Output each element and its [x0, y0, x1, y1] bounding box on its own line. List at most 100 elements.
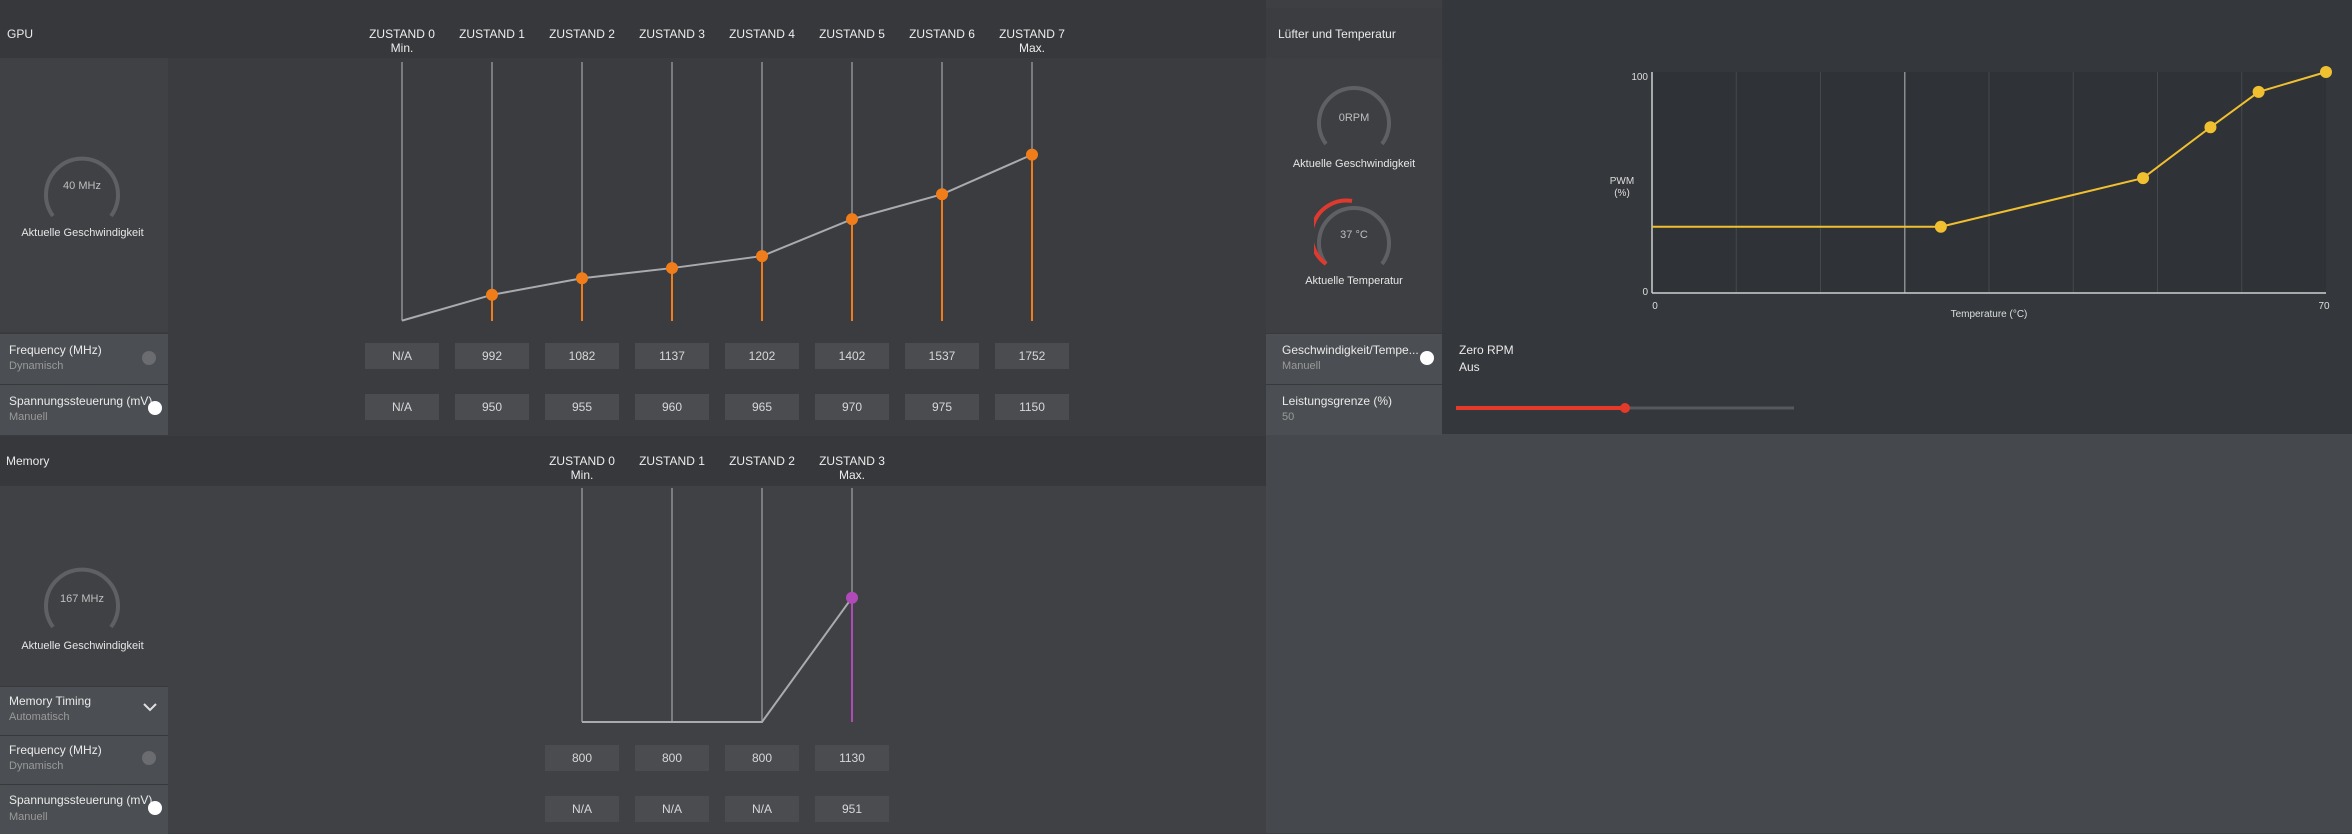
memory-state-header[interactable]: ZUSTAND 1 — [627, 454, 717, 468]
fan-panel-bottom — [1266, 434, 2352, 833]
memory-voltage-mode: Manuell — [9, 811, 48, 823]
gpu-point — [666, 262, 678, 275]
gpu-voltage-mode: Manuell — [9, 411, 48, 423]
memory-voltage-value[interactable]: N/A — [725, 796, 799, 822]
gpu-point — [756, 250, 768, 263]
gpu-frequency-value[interactable]: 992 — [455, 343, 529, 369]
fan-control-row[interactable] — [1266, 333, 1442, 384]
gpu-voltage-value[interactable]: 975 — [905, 394, 979, 420]
gpu-voltage-value[interactable]: N/A — [365, 394, 439, 420]
memory-frequency-label: Frequency (MHz) — [9, 743, 102, 757]
gpu-state-header[interactable]: ZUSTAND 1 — [447, 27, 537, 41]
temperature-label: Aktuelle Temperatur — [1305, 275, 1403, 287]
power-limit-row[interactable] — [1266, 384, 1442, 435]
fan-x-tick: 70 — [2318, 301, 2330, 312]
memory-frequency-mode: Dynamisch — [9, 760, 64, 772]
fan-speed-value: 0RPM — [1338, 112, 1370, 124]
gpu-gauge-label: Aktuelle Geschwindigkeit — [21, 227, 144, 239]
gpu-title: GPU — [7, 27, 34, 41]
gpu-state-header[interactable]: ZUSTAND 3 — [627, 27, 717, 41]
gpu-point — [936, 188, 948, 201]
gpu-state-header[interactable]: ZUSTAND 0 Min. — [357, 27, 447, 55]
gpu-gauge-value: 40 MHz — [63, 180, 101, 192]
memory-timing-mode: Automatisch — [9, 711, 70, 723]
fan-title: Lüfter und Temperatur — [1278, 27, 1396, 41]
fan-y-label: (%) — [1614, 188, 1630, 199]
gpu-voltage-value[interactable]: 970 — [815, 394, 889, 420]
power-limit-label: Leistungsgrenze (%) — [1282, 394, 1393, 408]
gpu-voltage-value[interactable]: 955 — [545, 394, 619, 420]
fan-control-mode: Manuell — [1282, 360, 1321, 372]
gpu-state-header[interactable]: ZUSTAND 7 Max. — [987, 27, 1077, 55]
gpu-frequency-value[interactable]: 1082 — [545, 343, 619, 369]
gpu-state-header[interactable]: ZUSTAND 5 — [807, 27, 897, 41]
fan-speed-label: Aktuelle Geschwindigkeit — [1292, 158, 1416, 170]
fan-control-toggle[interactable] — [1420, 351, 1434, 365]
fan-curve-point — [2252, 85, 2265, 98]
gpu-frequency-label: Frequency (MHz) — [9, 343, 102, 357]
memory-frequency-value[interactable]: 800 — [725, 745, 799, 771]
power-limit-slider[interactable] — [1450, 398, 1810, 418]
fan-x-label: Temperature (°C) — [1951, 309, 2028, 320]
gpu-voltage-toggle[interactable] — [148, 401, 162, 415]
gpu-voltage-value[interactable]: 960 — [635, 394, 709, 420]
gpu-voltage-value[interactable]: 1150 — [995, 394, 1069, 420]
gpu-frequency-value[interactable]: 1137 — [635, 343, 709, 369]
memory-frequency-value[interactable]: 1130 — [815, 745, 889, 771]
memory-voltage-value[interactable]: N/A — [635, 796, 709, 822]
zero-rpm-label: Zero RPM — [1459, 343, 1514, 357]
memory-series-line — [582, 597, 853, 723]
gpu-frequency-mode: Dynamisch — [9, 360, 64, 372]
memory-state-header[interactable]: ZUSTAND 2 — [717, 454, 807, 468]
chevron-down-icon[interactable] — [142, 701, 158, 713]
memory-point — [846, 591, 858, 604]
gpu-point — [576, 272, 588, 285]
memory-frequency-value[interactable]: 800 — [635, 745, 709, 771]
memory-voltage-label: Spannungssteuerung (mV) — [9, 793, 153, 807]
fan-curve-point — [2204, 121, 2217, 134]
memory-voltage-row[interactable] — [0, 784, 168, 834]
power-limit-value: 50 — [1282, 411, 1295, 423]
memory-gauge-label: Aktuelle Geschwindigkeit — [21, 640, 144, 652]
gpu-voltage-value[interactable]: 965 — [725, 394, 799, 420]
gpu-state-header[interactable]: ZUSTAND 2 — [537, 27, 627, 41]
gpu-voltage-row[interactable] — [0, 384, 168, 435]
memory-frequency-chart[interactable] — [540, 488, 930, 728]
gpu-state-header[interactable]: ZUSTAND 6 — [897, 27, 987, 41]
memory-title: Memory — [6, 454, 50, 468]
fan-y-tick: 100 — [1631, 72, 1648, 83]
memory-voltage-value[interactable]: N/A — [545, 796, 619, 822]
gpu-frequency-value[interactable]: 1402 — [815, 343, 889, 369]
fan-curve-point — [1934, 220, 1947, 233]
fan-curve-point — [2137, 172, 2150, 185]
memory-voltage-value[interactable]: 951 — [815, 796, 889, 822]
gpu-voltage-label: Spannungssteuerung (mV) — [9, 394, 153, 408]
memory-frequency-toggle[interactable] — [142, 751, 156, 765]
gpu-frequency-value[interactable]: 1752 — [995, 343, 1069, 369]
memory-frequency-value[interactable]: 800 — [545, 745, 619, 771]
gpu-frequency-chart[interactable] — [360, 60, 1080, 330]
gpu-state-header[interactable]: ZUSTAND 4 — [717, 27, 807, 41]
zero-rpm-value[interactable]: Aus — [1459, 360, 1480, 374]
gpu-point — [486, 288, 498, 301]
gpu-frequency-value[interactable]: N/A — [365, 343, 439, 369]
slider-thumb — [1620, 403, 1630, 413]
memory-gauge-value: 167 MHz — [59, 593, 105, 605]
fan-curve-chart[interactable]: 100 00 70 Temperature (°C) PWM(%) — [1600, 60, 2340, 330]
fan-y-tick: 0 — [1642, 287, 1648, 298]
memory-voltage-toggle[interactable] — [148, 801, 162, 815]
gpu-frequency-value[interactable]: 1202 — [725, 343, 799, 369]
memory-state-header[interactable]: ZUSTAND 0 Min. — [537, 454, 627, 482]
memory-timing-label: Memory Timing — [9, 694, 92, 708]
gpu-point — [846, 213, 858, 226]
gpu-frequency-toggle[interactable] — [142, 351, 156, 365]
fan-y-label: PWM — [1610, 176, 1634, 187]
fan-x-tick: 0 — [1652, 301, 1658, 312]
gpu-point — [1026, 148, 1038, 161]
gpu-frequency-value[interactable]: 1537 — [905, 343, 979, 369]
fan-control-label: Geschwindigkeit/Tempe... — [1282, 343, 1419, 357]
memory-state-header[interactable]: ZUSTAND 3 Max. — [807, 454, 897, 482]
temperature-value: 37 °C — [1340, 229, 1368, 241]
fan-curve-point — [2320, 66, 2332, 78]
gpu-voltage-value[interactable]: 950 — [455, 394, 529, 420]
